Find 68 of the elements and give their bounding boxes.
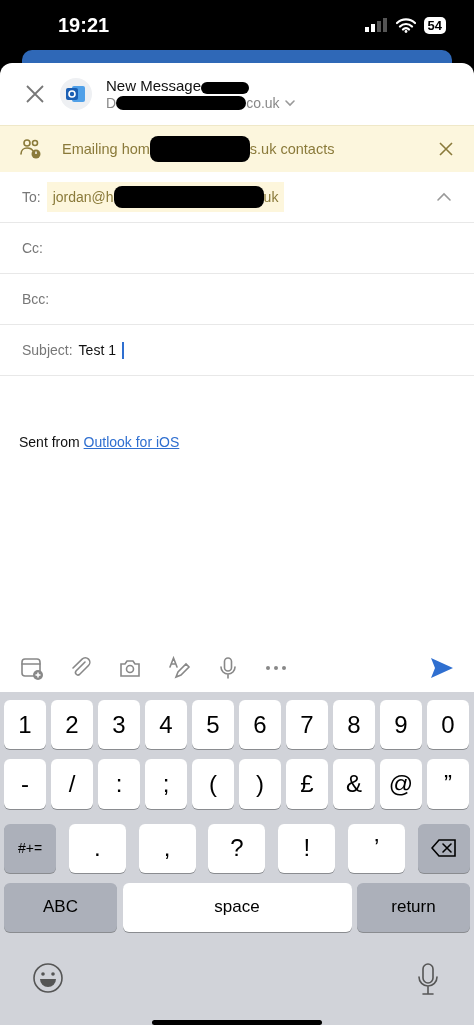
calendar-add-icon[interactable]: [20, 656, 44, 680]
emoji-icon[interactable]: [32, 962, 64, 995]
keyboard-key[interactable]: ;: [145, 759, 187, 809]
keyboard-key[interactable]: 6: [239, 700, 281, 750]
subject-value: Test 1: [78, 342, 116, 358]
keyboard-key[interactable]: ”: [427, 759, 469, 809]
wifi-icon: [395, 17, 416, 33]
keyboard-key[interactable]: /: [51, 759, 93, 809]
banner-text-end: s.uk contacts: [249, 141, 335, 157]
field-label: Subject:: [22, 342, 73, 358]
compose-title: New Message: [106, 77, 202, 94]
keyboard-key[interactable]: @: [380, 759, 422, 809]
text-cursor: [121, 341, 124, 359]
close-icon[interactable]: [24, 83, 46, 105]
keyboard-key[interactable]: ?: [208, 823, 266, 873]
recipient-chip[interactable]: jordan@h uk: [46, 182, 285, 212]
redaction-mark: [201, 82, 250, 94]
address-field[interactable]: Bcc:: [0, 274, 474, 325]
keyboard-key[interactable]: return: [357, 882, 470, 933]
dictation-icon[interactable]: [416, 962, 440, 997]
signature-link[interactable]: Outlook for iOS: [83, 434, 180, 450]
recipient-end: uk: [263, 189, 279, 205]
field-label: Cc:: [22, 240, 43, 256]
keyboard-key[interactable]: :: [98, 759, 140, 809]
keyboard-key[interactable]: 3: [98, 700, 140, 750]
keyboard-key[interactable]: 2: [51, 700, 93, 750]
more-icon[interactable]: [265, 665, 287, 671]
field-label: Bcc:: [22, 291, 50, 307]
backspace-icon: [430, 838, 457, 859]
field-label: To:: [22, 189, 41, 205]
keyboard-key[interactable]: -: [4, 759, 46, 809]
keyboard-key[interactable]: (: [192, 759, 234, 809]
battery-level: 54: [423, 16, 446, 34]
mail-logo-icon: [66, 85, 86, 103]
signature-text: Sent from Outlook for iOS: [19, 434, 180, 450]
space-key[interactable]: space: [122, 882, 352, 933]
signal-icon: [363, 18, 388, 32]
recipient-start: jordan@h: [52, 189, 114, 205]
keyboard-key[interactable]: .: [68, 823, 126, 873]
keyboard-key[interactable]: 0: [427, 700, 469, 750]
address-field[interactable]: Cc:: [0, 223, 474, 274]
status-time: 19:21: [58, 13, 110, 37]
keyboard-key[interactable]: 9: [380, 700, 422, 750]
subject-field[interactable]: Subject: Test 1: [0, 325, 474, 376]
delete-key[interactable]: [417, 823, 470, 873]
keyboard-key[interactable]: 4: [145, 700, 187, 750]
keyboard-key[interactable]: 7: [286, 700, 328, 750]
keyboard-key[interactable]: ): [239, 759, 281, 809]
keyboard-key[interactable]: #+=: [4, 823, 56, 873]
chevron-up-icon[interactable]: [436, 192, 452, 202]
keyboard-key[interactable]: ,: [138, 823, 196, 873]
chevron-down-icon[interactable]: [283, 98, 296, 108]
keyboard-key[interactable]: ABC: [4, 882, 117, 933]
keyboard-key[interactable]: &: [333, 759, 375, 809]
keyboard-key[interactable]: 5: [192, 700, 234, 750]
to-field[interactable]: To: jordan@h uk: [0, 172, 474, 223]
keyboard-key[interactable]: £: [286, 759, 328, 809]
keyboard-key[interactable]: 1: [4, 700, 46, 750]
format-pen-icon[interactable]: [167, 656, 191, 680]
send-icon[interactable]: [430, 657, 454, 679]
banner-text-start: Emailing hom: [62, 141, 150, 157]
close-icon[interactable]: [438, 141, 454, 157]
keyboard-key[interactable]: !: [278, 823, 336, 873]
people-alert-icon: [20, 138, 42, 160]
keyboard-key[interactable]: 8: [333, 700, 375, 750]
sender-end[interactable]: co.uk: [246, 95, 280, 111]
sender-start: D: [106, 95, 117, 111]
keyboard-key[interactable]: ’: [348, 823, 406, 873]
